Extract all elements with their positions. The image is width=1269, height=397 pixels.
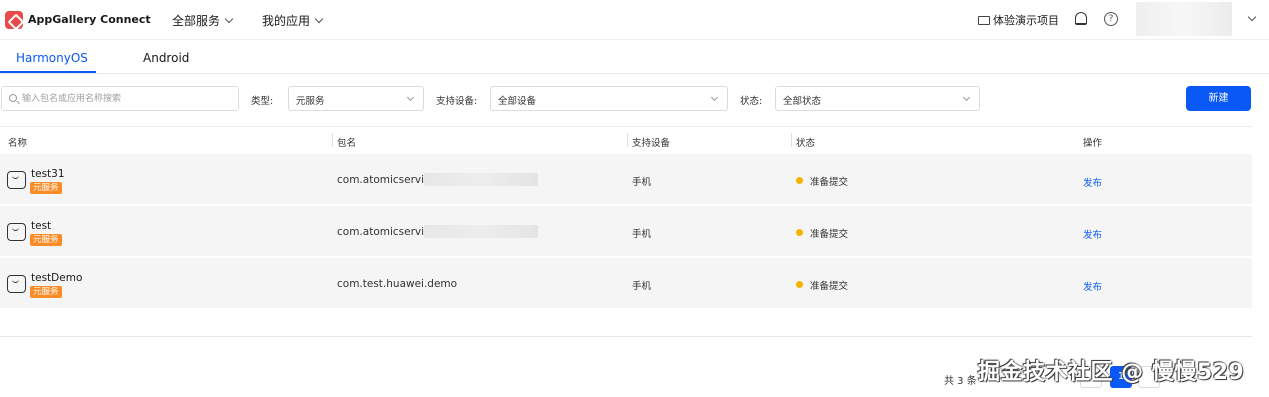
status-cell: 准备提交 bbox=[810, 281, 849, 292]
nav-all-services[interactable]: 全部服务 bbox=[172, 12, 234, 29]
app-logo-icon[interactable] bbox=[5, 11, 23, 29]
column-header-name: 名称 bbox=[8, 138, 28, 149]
type-select-value: 元服务 bbox=[296, 96, 325, 107]
column-header-action: 操作 bbox=[1083, 138, 1103, 149]
redacted-package-suffix bbox=[424, 225, 538, 238]
redacted-package-suffix bbox=[424, 173, 538, 186]
nav-my-apps[interactable]: 我的应用 bbox=[262, 12, 324, 29]
pagination-total: 共 3 条 bbox=[944, 376, 977, 387]
help-icon[interactable]: ? bbox=[1104, 12, 1118, 26]
status-cell: 准备提交 bbox=[810, 177, 849, 188]
app-name[interactable]: test31 bbox=[31, 168, 65, 180]
demo-icon bbox=[978, 16, 990, 25]
watermark: 掘金技术社区 @ 慢慢529 bbox=[978, 360, 1245, 385]
app-icon bbox=[7, 223, 26, 241]
search-box[interactable] bbox=[1, 86, 239, 111]
type-select[interactable]: 元服务 bbox=[288, 86, 424, 111]
table-row: test 元服务 com.atomicservice. 手机 准备提交 发布 bbox=[0, 206, 1252, 258]
nav-my-apps-label: 我的应用 bbox=[262, 14, 311, 28]
publish-link[interactable]: 发布 bbox=[1083, 175, 1102, 189]
nav-all-services-label: 全部服务 bbox=[172, 14, 221, 28]
column-divider bbox=[791, 133, 792, 147]
status-cell: 准备提交 bbox=[810, 229, 849, 240]
brand-name[interactable]: AppGallery Connect bbox=[28, 13, 151, 26]
chevron-down-icon bbox=[224, 14, 234, 24]
app-icon bbox=[7, 275, 26, 293]
device-cell: 手机 bbox=[632, 229, 652, 240]
publish-link[interactable]: 发布 bbox=[1083, 227, 1102, 241]
chevron-down-icon[interactable] bbox=[1247, 12, 1257, 22]
status-select-value: 全部状态 bbox=[783, 96, 822, 107]
status-dot bbox=[796, 177, 803, 184]
chevron-down-icon bbox=[314, 14, 324, 24]
device-label: 支持设备: bbox=[436, 96, 478, 107]
column-header-status: 状态 bbox=[796, 138, 816, 149]
package-name: com.test.huawei.demo bbox=[337, 278, 458, 290]
chevron-down-icon bbox=[710, 93, 719, 102]
filter-bar: 类型: 元服务 支持设备: 全部设备 状态: 全部状态 新建 bbox=[0, 86, 1269, 112]
tab-harmonyos[interactable]: HarmonyOS bbox=[16, 51, 88, 65]
type-label: 类型: bbox=[251, 96, 274, 107]
app-name[interactable]: testDemo bbox=[31, 272, 82, 284]
status-select[interactable]: 全部状态 bbox=[775, 86, 980, 111]
type-badge: 元服务 bbox=[30, 286, 62, 298]
device-select[interactable]: 全部设备 bbox=[490, 86, 728, 111]
type-badge: 元服务 bbox=[30, 234, 62, 246]
demo-project-label: 体验演示项目 bbox=[993, 14, 1059, 27]
top-bar: AppGallery Connect 全部服务 我的应用 体验演示项目 ? bbox=[0, 0, 1269, 40]
active-tab-indicator bbox=[0, 71, 96, 73]
table-row: testDemo 元服务 com.test.huawei.demo 手机 准备提… bbox=[0, 258, 1252, 310]
table-footer-divider bbox=[0, 336, 1252, 337]
device-cell: 手机 bbox=[632, 281, 652, 292]
platform-tabs: HarmonyOS Android bbox=[0, 41, 1269, 74]
status-dot bbox=[796, 229, 803, 236]
app-name[interactable]: test bbox=[31, 220, 51, 232]
chevron-down-icon bbox=[962, 93, 971, 102]
column-divider bbox=[332, 133, 333, 147]
new-button[interactable]: 新建 bbox=[1186, 86, 1251, 111]
type-badge: 元服务 bbox=[30, 182, 62, 194]
publish-link[interactable]: 发布 bbox=[1083, 279, 1102, 293]
search-input[interactable] bbox=[22, 90, 232, 107]
search-icon bbox=[9, 94, 17, 102]
bell-icon[interactable] bbox=[1075, 12, 1087, 25]
user-account-area[interactable] bbox=[1136, 2, 1232, 36]
status-dot bbox=[796, 281, 803, 288]
table-row: test31 元服务 com.atomicservice. 手机 准备提交 发布 bbox=[0, 154, 1252, 206]
column-header-device: 支持设备 bbox=[632, 138, 671, 149]
column-header-package: 包名 bbox=[337, 138, 357, 149]
tab-android[interactable]: Android bbox=[143, 51, 189, 65]
device-select-value: 全部设备 bbox=[498, 96, 537, 107]
device-cell: 手机 bbox=[632, 177, 652, 188]
table-header: 名称 包名 支持设备 状态 操作 bbox=[0, 126, 1252, 154]
app-icon bbox=[7, 171, 26, 189]
chevron-down-icon bbox=[406, 93, 415, 102]
column-divider bbox=[627, 133, 628, 147]
demo-project-link[interactable]: 体验演示项目 bbox=[978, 12, 1059, 28]
status-label: 状态: bbox=[740, 96, 763, 107]
